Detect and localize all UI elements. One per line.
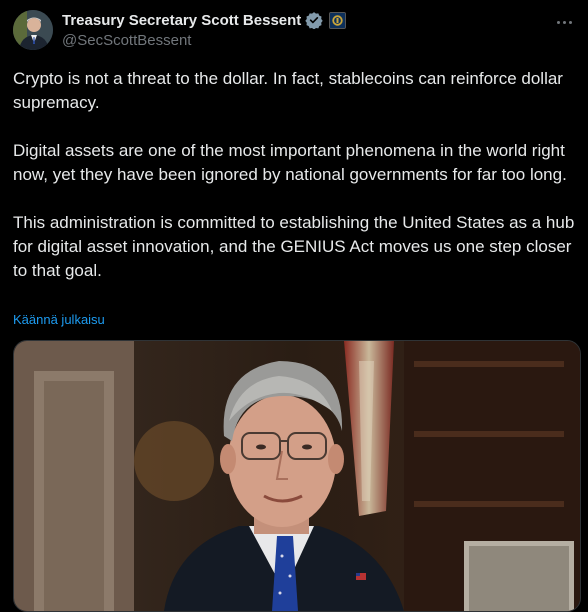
more-options-icon[interactable] — [552, 12, 576, 32]
author-handle[interactable]: @SecScottBessent — [62, 32, 191, 49]
tweet: Treasury Secretary Scott Bessent @SecSco… — [0, 0, 588, 612]
more-dot — [556, 20, 560, 24]
verified-badge-icon[interactable] — [305, 11, 323, 30]
translate-post-link[interactable]: Käännä julkaisu — [13, 312, 105, 327]
author-avatar[interactable] — [13, 10, 53, 50]
post-text: Crypto is not a threat to the dollar. In… — [13, 67, 578, 283]
post-paragraph: Crypto is not a threat to the dollar. In… — [13, 69, 563, 112]
author-name-row: Treasury Secretary Scott Bessent — [62, 10, 347, 30]
more-dot — [568, 20, 572, 24]
post-video-thumbnail[interactable] — [13, 340, 581, 612]
treasury-seal-icon[interactable] — [329, 11, 347, 29]
more-dot — [562, 20, 566, 24]
post-paragraph: Digital assets are one of the most impor… — [13, 141, 567, 184]
post-paragraph: This administration is committed to esta… — [13, 213, 575, 280]
author-display-name[interactable]: Treasury Secretary Scott Bessent — [62, 12, 301, 29]
